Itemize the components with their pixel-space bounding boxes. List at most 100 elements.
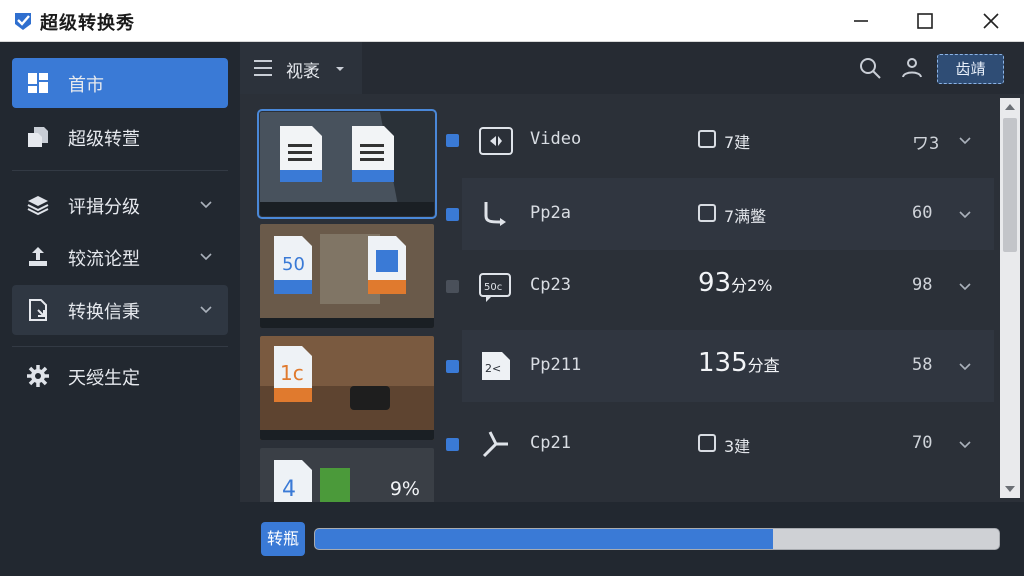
chevron-down-icon[interactable] xyxy=(958,280,972,294)
minimize-button[interactable] xyxy=(836,0,886,42)
sidebar: 首市 超级转萱 评揖分级 较流论型 转换信秉 天绶生定 xyxy=(0,42,240,576)
document-icon xyxy=(29,299,47,321)
sidebar-item-label: 评揖分级 xyxy=(68,197,140,218)
svg-text:50: 50 xyxy=(282,254,305,275)
app-logo-icon xyxy=(15,13,31,30)
maximize-button[interactable] xyxy=(900,0,950,42)
file-name: Cp23 xyxy=(530,275,571,295)
progress-bar xyxy=(314,528,1000,550)
row-checkbox[interactable] xyxy=(446,360,459,373)
row-checkbox[interactable] xyxy=(446,134,459,147)
login-button[interactable]: 齿靖 xyxy=(937,54,1004,84)
sidebar-item-convert-info[interactable]: 转换信秉 xyxy=(12,285,228,335)
vertical-scrollbar[interactable] xyxy=(1000,98,1020,498)
file-status: 7建 xyxy=(724,133,751,152)
file-name: Pp2a xyxy=(530,203,571,223)
file-status: 3建 xyxy=(724,437,751,456)
bottom-bar: 转瓶 xyxy=(240,502,1024,576)
svg-text:1c: 1c xyxy=(280,361,304,385)
sidebar-item-label: 天绶生定 xyxy=(68,368,140,389)
file-name: Cp21 xyxy=(530,433,571,453)
sidebar-item-levels[interactable]: 评揖分级 xyxy=(12,180,228,230)
search-icon[interactable] xyxy=(858,56,882,80)
table-row[interactable]: Cp21 3建 70 xyxy=(446,408,994,480)
chevron-down-icon xyxy=(200,253,212,261)
sidebar-item-label: 超级转萱 xyxy=(68,129,140,150)
row-checkbox[interactable] xyxy=(446,280,459,293)
video-thumbnail xyxy=(260,112,434,216)
chevron-down-icon[interactable] xyxy=(958,360,972,374)
sidebar-item-home[interactable]: 首市 xyxy=(12,58,228,108)
sidebar-divider xyxy=(12,346,228,347)
user-icon[interactable] xyxy=(900,56,924,80)
toolbar: 视袤 齿靖 xyxy=(240,42,1024,94)
status-checkbox[interactable] xyxy=(698,204,716,222)
gear-icon xyxy=(27,365,49,387)
thumbnail-item[interactable]: 50 xyxy=(260,224,434,328)
file-count: 60 xyxy=(912,203,933,223)
branch-icon xyxy=(484,202,506,226)
file-name: Pp211 xyxy=(530,355,582,375)
view-dropdown[interactable]: 视袤 xyxy=(240,42,362,94)
video-file-icon xyxy=(479,127,513,155)
scroll-down-icon[interactable] xyxy=(1000,480,1020,498)
status-unit: 分2% xyxy=(731,276,773,295)
file-count: ワ3 xyxy=(912,134,940,154)
chevron-down-icon xyxy=(200,306,212,314)
progress-fill xyxy=(315,529,774,549)
document-file-icon: 2< xyxy=(482,352,510,380)
menu-icon xyxy=(254,60,272,76)
file-count: 70 xyxy=(912,433,933,453)
file-name: Video xyxy=(530,129,582,149)
chevron-down-icon xyxy=(200,201,212,209)
title-bar: 超级转换秀 xyxy=(0,0,1024,42)
video-thumbnail: 50 xyxy=(260,224,434,328)
chevron-down-icon[interactable] xyxy=(958,134,972,148)
svg-text:50c: 50c xyxy=(484,282,502,293)
scroll-thumb[interactable] xyxy=(1003,118,1017,252)
main-panel: 视袤 齿靖 50 1c 4 9% Video 7建 ワ3 Pp2a 7满鳖 60… xyxy=(240,42,1024,576)
status-checkbox[interactable] xyxy=(698,434,716,452)
sidebar-divider xyxy=(12,170,228,171)
close-button[interactable] xyxy=(966,0,1016,42)
thumbnail-percent: 9% xyxy=(389,478,420,500)
file-list: Video 7建 ワ3 Pp2a 7满鳖 60 50c Cp23 93分2% 9… xyxy=(446,98,994,498)
svg-text:4: 4 xyxy=(282,477,296,502)
minimize-icon xyxy=(854,20,868,22)
close-icon xyxy=(983,13,999,29)
file-count: 58 xyxy=(912,355,933,375)
file-status: 7满鳖 xyxy=(724,207,767,226)
row-checkbox[interactable] xyxy=(446,208,459,221)
files-icon xyxy=(28,127,48,147)
table-row[interactable]: 2< Pp211 135分査 58 xyxy=(446,330,994,402)
scroll-up-icon[interactable] xyxy=(1000,98,1020,116)
convert-button[interactable]: 转瓶 xyxy=(261,522,305,556)
app-title: 超级转换秀 xyxy=(40,13,135,34)
thumbnail-list: 50 1c 4 9% xyxy=(252,102,442,552)
status-value: 135 xyxy=(698,348,748,378)
sidebar-item-label: 首市 xyxy=(68,75,104,96)
table-row[interactable]: 50c Cp23 93分2% 98 xyxy=(446,250,994,322)
status-value: 93 xyxy=(698,268,732,298)
sidebar-item-flow[interactable]: 较流论型 xyxy=(12,232,228,282)
status-checkbox[interactable] xyxy=(698,130,716,148)
svg-text:2<: 2< xyxy=(485,362,501,375)
file-status: 93分2% xyxy=(698,268,772,298)
row-checkbox[interactable] xyxy=(446,438,459,451)
chevron-down-icon[interactable] xyxy=(958,208,972,222)
maximize-icon xyxy=(917,13,933,29)
chevron-down-icon[interactable] xyxy=(958,438,972,452)
sidebar-item-label: 转换信秉 xyxy=(68,302,140,323)
file-count: 98 xyxy=(912,275,933,295)
table-row[interactable]: Pp2a 7满鳖 60 xyxy=(446,178,994,250)
chevron-down-icon xyxy=(336,67,344,71)
sidebar-item-super-convert[interactable]: 超级转萱 xyxy=(12,112,228,162)
sidebar-item-settings[interactable]: 天绶生定 xyxy=(12,351,228,401)
thumbnail-item[interactable]: 1c xyxy=(260,336,434,440)
sidebar-item-label: 较流论型 xyxy=(68,249,140,270)
status-unit: 分査 xyxy=(747,356,780,375)
upload-icon xyxy=(29,247,47,266)
thumbnail-item[interactable] xyxy=(257,109,437,219)
subtitle-file-icon: 50c xyxy=(479,273,511,302)
table-row[interactable]: Video 7建 ワ3 xyxy=(446,104,994,176)
